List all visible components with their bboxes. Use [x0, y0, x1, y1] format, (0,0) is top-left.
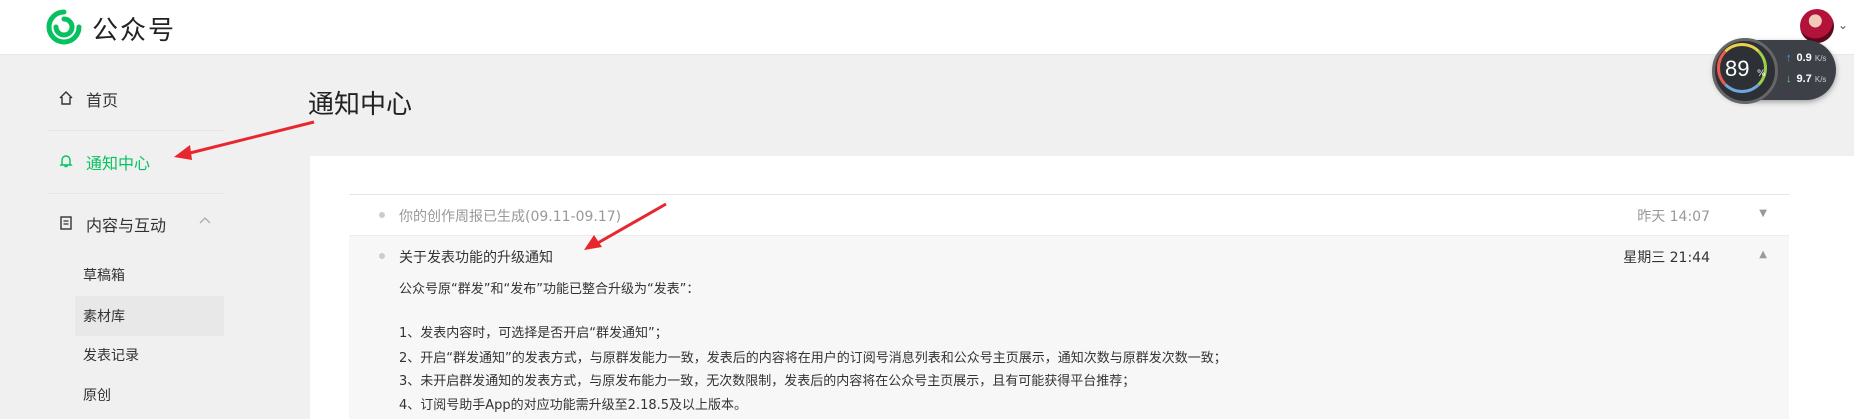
sidebar-item-label: 首页 — [86, 91, 119, 110]
sidebar-subitem-label: 素材库 — [83, 309, 125, 325]
notice-body-line: 3、未开启群发通知的发表方式，与原发布能力一致，无次数限制，发表后的内容将在公众… — [399, 374, 1136, 389]
top-bar: 公众号 ⌄ — [0, 0, 1854, 55]
system-monitor-widget[interactable]: 89 % ↑ 0.9 K/s ↓ 9.7 K/s — [1712, 38, 1836, 104]
bell-icon — [58, 153, 76, 171]
user-avatar[interactable] — [1800, 9, 1834, 43]
sidebar-subitem-drafts[interactable]: 草稿箱 — [75, 255, 224, 295]
notice-body-line: 2、开启“群发通知”的发表方式，与原群发能力一致，发表后的内容将在用户的订阅号消… — [399, 351, 1227, 366]
notice-time: 星期三 21:44 — [1623, 250, 1710, 266]
home-icon — [58, 90, 76, 108]
unread-dot-icon — [379, 253, 385, 259]
chevron-up-icon[interactable]: ▲ — [1759, 249, 1767, 260]
sidebar-item-notifications[interactable]: 通知中心 — [48, 142, 224, 182]
notice-time: 昨天 14:07 — [1637, 209, 1710, 225]
sidebar-item-label: 内容与互动 — [86, 216, 167, 235]
page-title: 通知中心 — [308, 90, 413, 120]
cpu-percent-unit: % — [1757, 69, 1766, 79]
chevron-up-icon[interactable] — [198, 213, 212, 229]
unread-dot-icon — [379, 212, 385, 218]
cpu-gauge: 89 % — [1712, 38, 1778, 104]
sidebar-subitem-media-library[interactable]: 素材库 — [75, 296, 224, 336]
sidebar-divider — [48, 193, 224, 194]
notice-body-line: 公众号原“群发”和“发布”功能已整合升级为“发表”： — [399, 282, 700, 297]
sidebar-item-label: 通知中心 — [86, 154, 151, 173]
wechat-official-account-logo-icon[interactable] — [46, 9, 82, 45]
cpu-percent-value: 89 — [1725, 56, 1750, 81]
upload-arrow-icon: ↑ — [1786, 52, 1792, 64]
upload-speed: 0.9 — [1796, 52, 1812, 64]
upload-speed-row: ↑ 0.9 K/s — [1786, 52, 1826, 64]
sidebar-subitem-label: 原创 — [83, 388, 111, 404]
document-icon — [58, 215, 76, 233]
sidebar-divider — [48, 130, 224, 131]
chevron-down-icon[interactable]: ⌄ — [1838, 18, 1848, 32]
notice-item[interactable]: 你的创作周报已生成(09.11-09.17) 昨天 14:07 ▼ — [349, 195, 1789, 236]
notice-title[interactable]: 关于发表功能的升级通知 — [399, 247, 553, 267]
sidebar-subitem-label: 草稿箱 — [83, 268, 125, 284]
notice-body-line: 4、订阅号助手App的对应功能需升级至2.18.5及以上版本。 — [399, 398, 748, 413]
download-arrow-icon: ↓ — [1786, 73, 1792, 85]
sidebar-item-home[interactable]: 首页 — [48, 79, 224, 119]
upload-unit: K/s — [1814, 54, 1827, 63]
chevron-down-icon[interactable]: ▼ — [1759, 208, 1767, 219]
logo-text[interactable]: 公众号 — [92, 10, 176, 47]
download-speed-row: ↓ 9.7 K/s — [1786, 73, 1826, 85]
sidebar-subitem-original[interactable]: 原创 — [75, 375, 224, 415]
sidebar-subitem-publish-records[interactable]: 发表记录 — [75, 335, 224, 375]
notice-body-line: 1、发表内容时，可选择是否开启“群发通知”； — [399, 326, 668, 341]
download-unit: K/s — [1814, 75, 1827, 84]
notice-title[interactable]: 你的创作周报已生成(09.11-09.17) — [399, 206, 621, 226]
notice-item-expanded[interactable]: 关于发表功能的升级通知 星期三 21:44 ▲ 公众号原“群发”和“发布”功能已… — [349, 236, 1789, 419]
download-speed: 9.7 — [1796, 73, 1812, 85]
sidebar-subitem-label: 发表记录 — [83, 348, 139, 364]
